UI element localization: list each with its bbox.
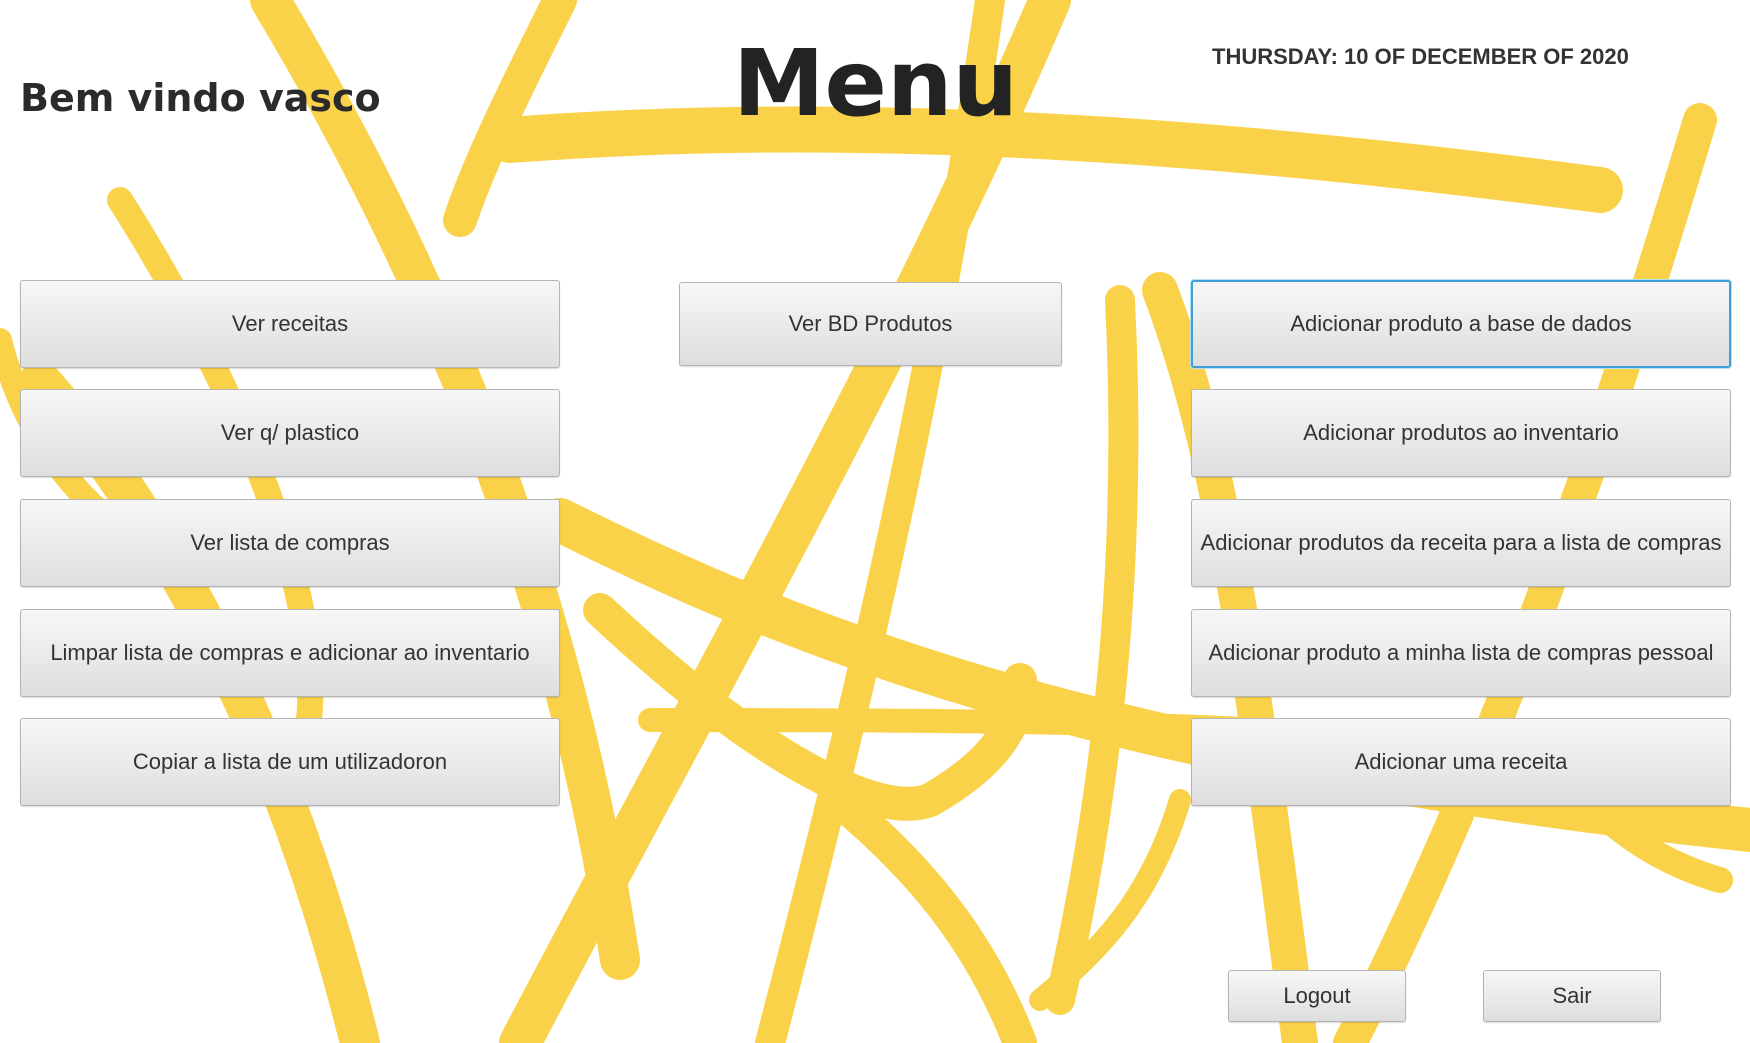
add-recipe-button[interactable]: Adicionar uma receita	[1191, 718, 1731, 806]
page-title: Menu	[733, 30, 1018, 137]
view-plastic-button[interactable]: Ver q/ plastico	[20, 389, 560, 477]
date-label: THURSDAY: 10 OF DECEMBER OF 2020	[1212, 44, 1629, 69]
add-product-personal-list-button[interactable]: Adicionar produto a minha lista de compr…	[1191, 609, 1731, 697]
exit-button[interactable]: Sair	[1483, 970, 1661, 1022]
add-recipe-products-to-list-button[interactable]: Adicionar produtos da receita para a lis…	[1191, 499, 1731, 587]
welcome-text: Bem vindo vasco	[20, 76, 381, 120]
view-products-db-button[interactable]: Ver BD Produtos	[679, 282, 1062, 366]
copy-user-list-button[interactable]: Copiar a lista de um utilizadoron	[20, 718, 560, 806]
logout-button[interactable]: Logout	[1228, 970, 1406, 1022]
add-product-db-button[interactable]: Adicionar produto a base de dados	[1191, 280, 1731, 368]
view-recipes-button[interactable]: Ver receitas	[20, 280, 560, 368]
view-shopping-list-button[interactable]: Ver lista de compras	[20, 499, 560, 587]
add-products-inventory-button[interactable]: Adicionar produtos ao inventario	[1191, 389, 1731, 477]
clear-shopping-list-button[interactable]: Limpar lista de compras e adicionar ao i…	[20, 609, 560, 697]
